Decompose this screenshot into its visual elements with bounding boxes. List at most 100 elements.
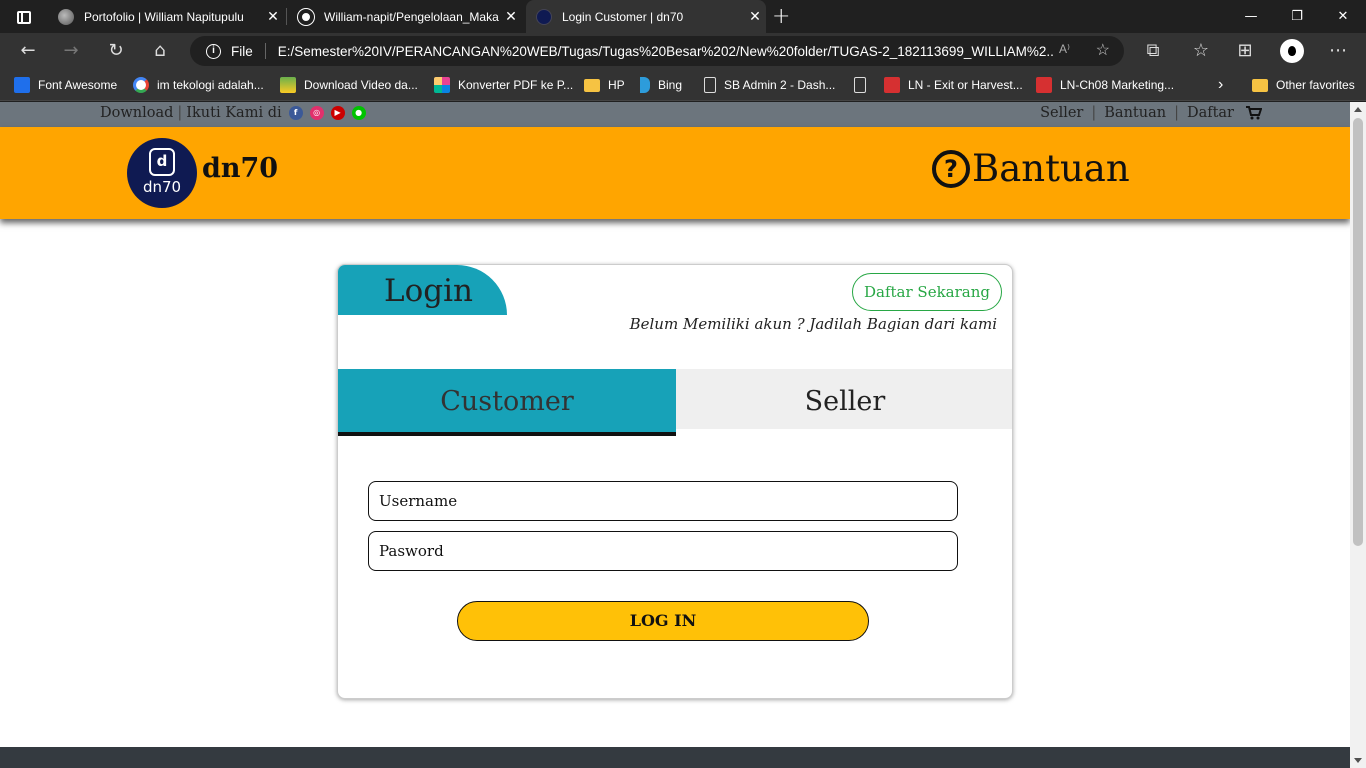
bookmark-label: HP [608,78,625,92]
page-viewport: Download | Ikuti Kami di f ◎ ▶ ● Seller … [0,102,1350,768]
download-icon [280,77,296,93]
question-circle-icon: ? [932,149,970,188]
bookmark-item[interactable]: im tekologi adalah... [133,76,264,94]
bookmark-item[interactable]: Bing [640,76,682,94]
bookmark-label: im tekologi adalah... [157,78,264,92]
reload-icon[interactable]: ↻ [103,38,129,64]
page-scrollbar[interactable] [1350,102,1366,768]
bookmark-label: Download Video da... [304,78,418,92]
google-icon [133,77,149,93]
scroll-up-icon[interactable] [1354,107,1362,112]
top-strip: Download | Ikuti Kami di f ◎ ▶ ● Seller … [0,102,1350,127]
download-link[interactable]: Download [100,105,173,121]
cart-icon[interactable] [1246,106,1262,120]
logo-mark: d [149,148,175,176]
bookmark-label: Font Awesome [38,78,118,92]
other-favorites[interactable]: Other favorites [1252,76,1355,94]
facebook-icon[interactable]: f [288,106,303,120]
restore-icon[interactable]: ❐ [1274,0,1320,33]
bookmark-item[interactable]: Konverter PDF ke P... [434,76,573,94]
youtube-icon[interactable]: ▶ [330,106,345,120]
profile-avatar-icon[interactable] [1280,39,1304,63]
scheme-label: File [231,43,253,59]
forward-icon[interactable]: → [58,38,84,64]
signup-hint: Belum Memiliki akun ? Jadilah Bagian dar… [629,315,997,333]
home-icon[interactable]: ⌂ [147,38,173,64]
grid-icon [434,77,450,93]
bookmark-item[interactable]: Font Awesome [14,76,117,94]
url-text[interactable]: E:/Semester%20IV/PERANCANGAN%20WEB/Tugas… [278,44,1053,59]
flag-icon [14,77,30,93]
bookmark-item[interactable]: Download Video da... [280,76,418,94]
folder-icon [584,78,600,92]
tab-actions-icon[interactable] [10,6,38,28]
page-icon [854,77,866,93]
bing-icon [640,77,650,93]
address-divider [264,43,266,59]
login-title: Login [338,265,507,315]
close-tab-icon[interactable]: ✕ [262,8,284,25]
login-type-tabs: Customer Seller [338,369,1012,436]
site-header: d dn70 dn70 ? Bantuan [0,127,1350,219]
browser-tab-login[interactable]: Login Customer | dn70 ✕ [526,0,766,33]
bookmark-item[interactable]: SB Admin 2 - Dash... [704,76,835,94]
favorites-icon[interactable]: ☆ [1188,38,1214,64]
pdf-icon [1036,77,1052,93]
close-tab-icon[interactable]: ✕ [744,8,766,25]
scroll-thumb[interactable] [1353,118,1363,546]
brand-name[interactable]: dn70 [202,153,278,184]
site-info-icon[interactable]: i [206,43,221,59]
browser-toolbar: ← → ↻ ⌂ i File E:/Semester%20IV/PERANCAN… [0,33,1366,69]
new-tab-icon[interactable]: + [772,4,790,29]
bookmark-label: Bing [658,78,683,92]
pdf-icon [884,77,900,93]
browser-tab-strip: Portofolio | William Napitupulu ✕ Willia… [0,0,1366,33]
logo-icon[interactable]: d dn70 [127,138,197,208]
extensions-icon[interactable]: ⧉ [1140,38,1166,64]
instagram-icon[interactable]: ◎ [309,106,324,120]
signup-button[interactable]: Daftar Sekarang [852,273,1002,311]
username-input[interactable] [368,481,958,521]
bookmark-item[interactable]: HP [584,76,625,94]
separator: | [1091,105,1097,121]
help-link[interactable]: ? Bantuan [932,147,1130,190]
scroll-down-icon[interactable] [1354,758,1362,763]
separator: | [1174,105,1179,121]
line-icon[interactable]: ● [351,106,366,120]
password-input[interactable] [368,531,958,571]
login-card: Login Daftar Sekarang Belum Memiliki aku… [337,264,1013,699]
tab-seller[interactable]: Seller [676,369,1012,429]
page-icon [704,77,716,93]
close-window-icon[interactable]: ✕ [1320,0,1366,33]
more-bookmarks-chevron-icon[interactable]: › [1218,76,1223,94]
site-footer [0,747,1350,768]
address-bar[interactable]: i File E:/Semester%20IV/PERANCANGAN%20WE… [190,36,1124,66]
browser-tab-github[interactable]: William-napit/Pengelolaan_Maka ✕ [288,0,522,33]
separator: | [177,105,183,121]
tab-customer[interactable]: Customer [338,369,676,436]
back-icon[interactable]: ← [15,38,41,64]
login-button[interactable]: LOG IN [457,601,869,641]
bantuan-link[interactable]: Bantuan [1104,105,1166,121]
top-strip-right: Seller | Bantuan | Daftar [1040,105,1262,121]
minimize-icon[interactable]: — [1228,0,1274,33]
read-aloud-icon[interactable]: A⁾ [1059,42,1070,56]
logo-text: dn70 [142,178,182,196]
github-icon [298,8,314,25]
close-tab-icon[interactable]: ✕ [500,8,522,25]
bookmark-item[interactable]: LN - Exit or Harvest... [884,76,1023,94]
tab-title: Login Customer | dn70 [562,9,684,24]
tab-divider [286,8,287,25]
dn70-favicon-icon [536,8,552,25]
seller-link[interactable]: Seller [1040,105,1083,121]
other-favorites-label: Other favorites [1276,78,1355,92]
globe-icon [58,8,74,25]
bookmark-label: Konverter PDF ke P... [458,78,574,92]
collections-icon[interactable]: ⊞ [1232,38,1258,64]
daftar-link[interactable]: Daftar [1187,105,1234,121]
more-options-icon[interactable]: ⋯ [1325,38,1351,64]
bookmark-item[interactable]: LN-Ch08 Marketing... [1036,76,1174,94]
browser-tab-portofolio[interactable]: Portofolio | William Napitupulu ✕ [48,0,284,33]
bookmark-item[interactable] [854,76,874,94]
favorite-add-icon[interactable]: ☆ [1096,40,1110,60]
